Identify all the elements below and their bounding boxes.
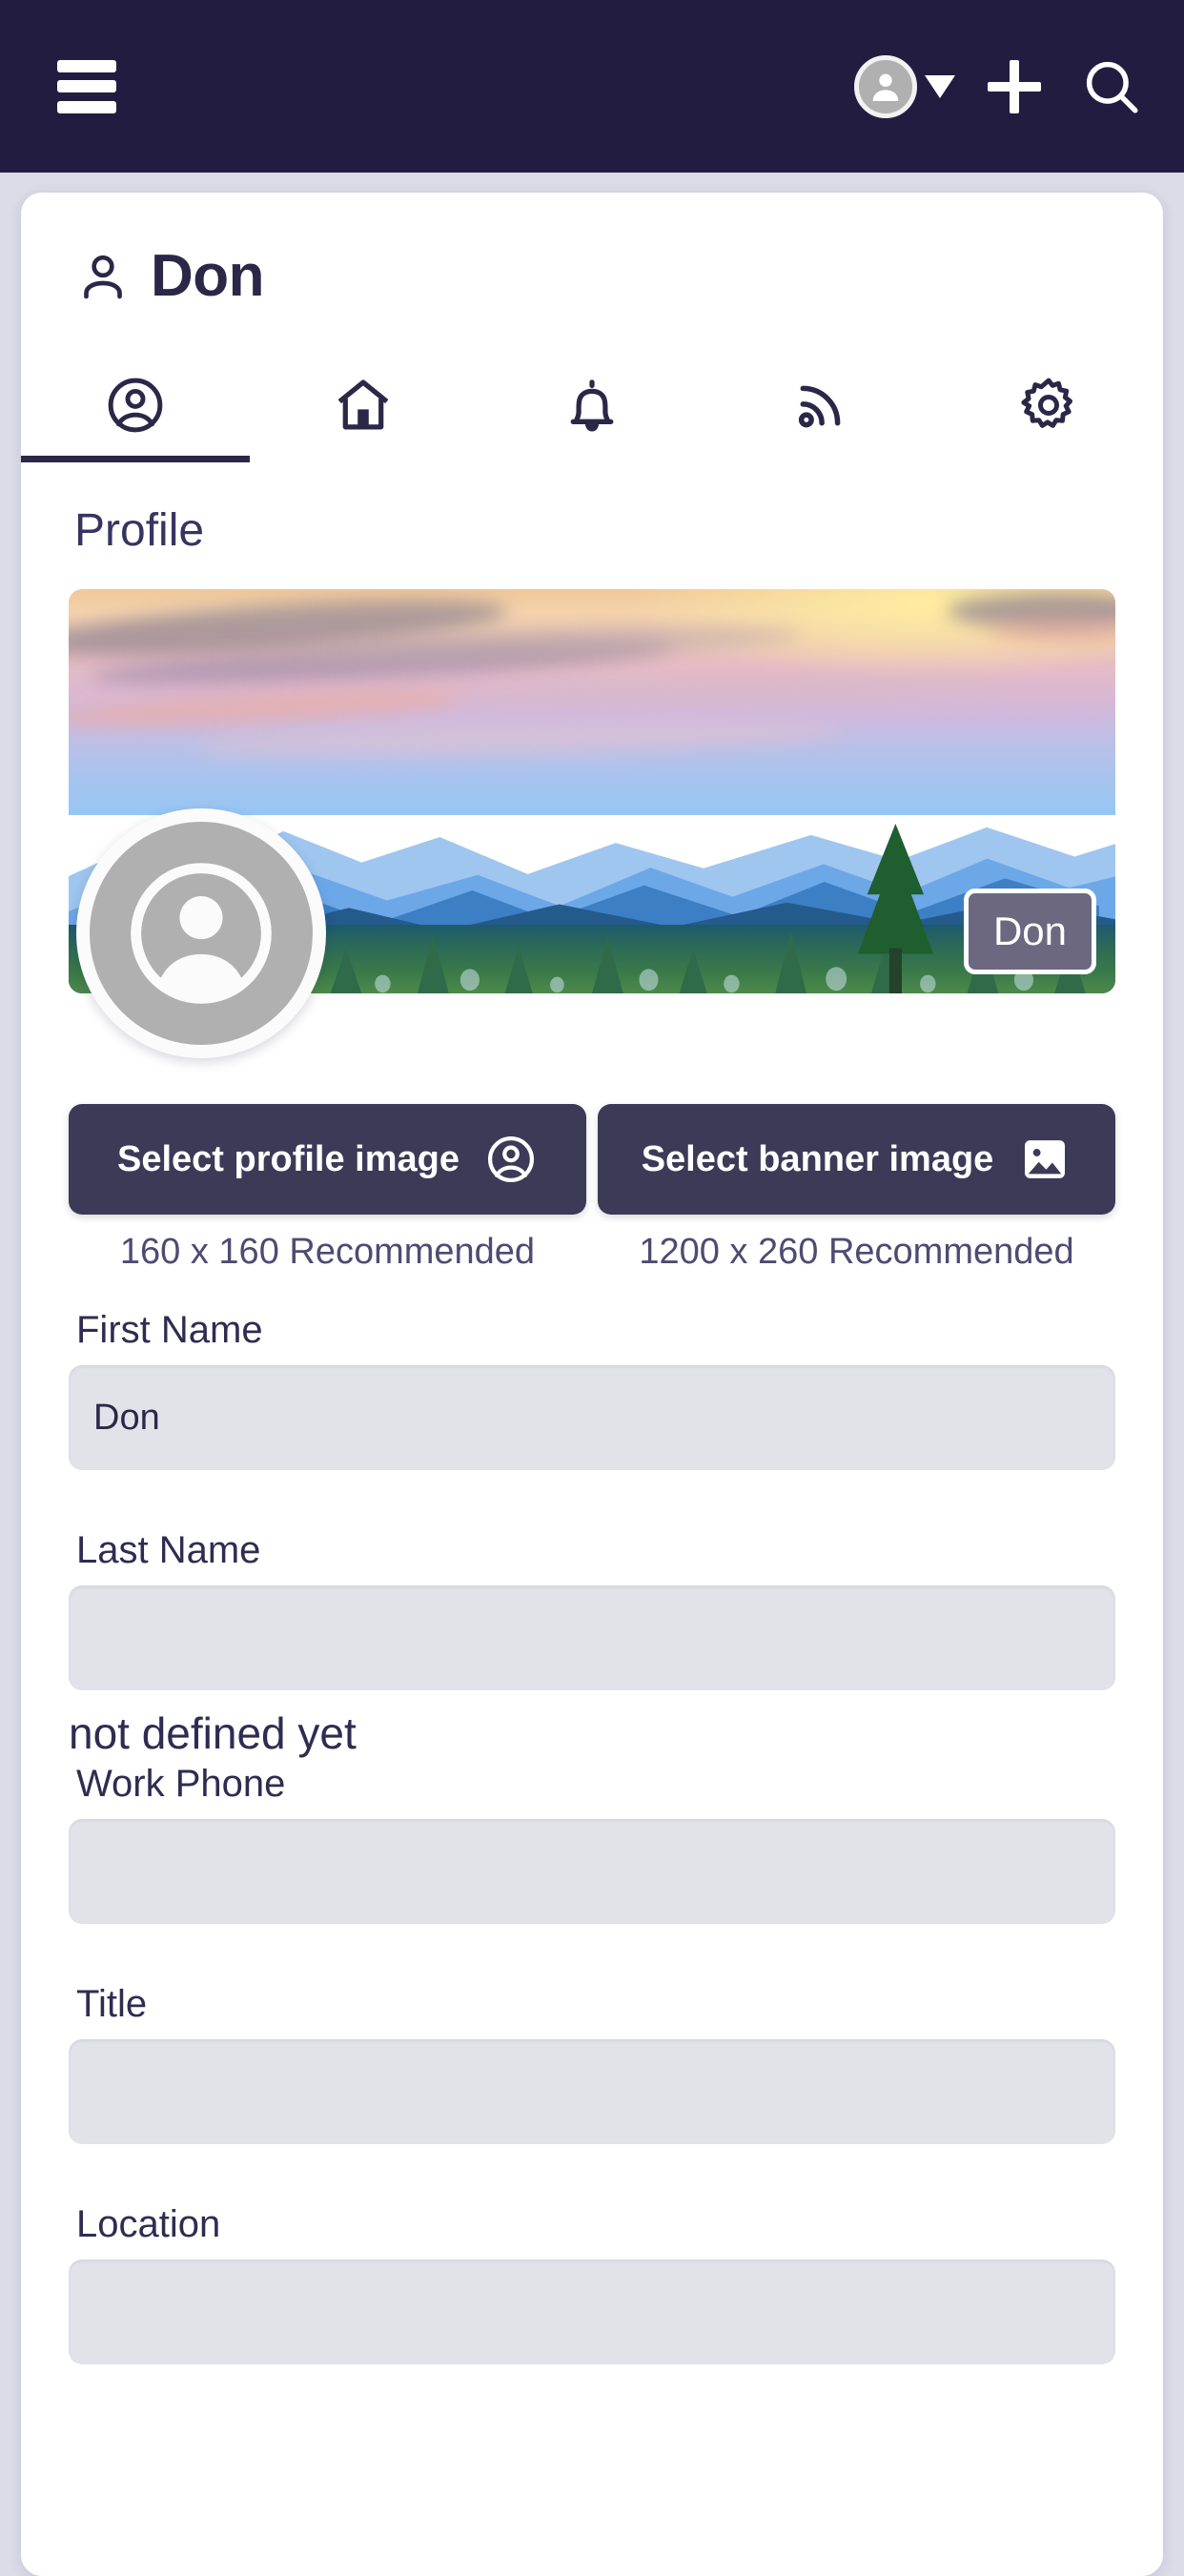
field-first-name: First Name	[69, 1309, 1115, 1470]
hamburger-menu-icon[interactable]	[57, 59, 116, 113]
hamburger-bar	[57, 100, 116, 113]
account-menu-button[interactable]	[854, 54, 980, 118]
tab-feed[interactable]	[706, 348, 935, 462]
gear-icon	[1021, 378, 1073, 428]
tab-profile[interactable]	[21, 348, 250, 462]
bell-icon	[570, 379, 614, 432]
field-title: Title	[69, 1983, 1115, 2144]
rss-icon	[798, 385, 840, 428]
tab-notifications[interactable]	[478, 348, 706, 462]
top-bar-actions	[854, 52, 1146, 121]
picture-icon	[1025, 1140, 1066, 1178]
last-name-input[interactable]	[69, 1585, 1115, 1690]
last-name-label: Last Name	[76, 1529, 261, 1571]
plus-icon[interactable]	[980, 52, 1049, 121]
tab-bar	[21, 348, 1163, 462]
person-silhouette-icon	[872, 73, 899, 101]
hamburger-bar	[57, 59, 116, 72]
profile-avatar[interactable]	[76, 808, 326, 1058]
profile-form: First Name Last Name not defined yet Wor…	[21, 1273, 1163, 2429]
top-app-bar	[0, 0, 1184, 173]
profile-image-hint: 160 x 160 Recommended	[119, 1232, 536, 1272]
field-last-name: Last Name	[69, 1529, 1115, 1690]
first-name-label: First Name	[76, 1309, 263, 1351]
image-select-buttons: Select profile image Select banner image	[69, 1104, 1115, 1215]
image-size-hints: 160 x 160 Recommended 1200 x 260 Recomme…	[69, 1232, 1115, 1273]
foreground-conifer	[857, 823, 933, 993]
profile-card: Don Profile Don Select profile image Sel…	[21, 193, 1163, 2576]
tab-home[interactable]	[250, 348, 479, 462]
location-input[interactable]	[69, 2259, 1115, 2364]
select-profile-image-button[interactable]: Select profile image	[69, 1104, 586, 1215]
work-phone-label: Work Phone	[76, 1763, 286, 1805]
section-title: Profile	[74, 505, 205, 556]
home-icon	[337, 379, 389, 430]
title-input[interactable]	[69, 2039, 1115, 2144]
select-banner-image-label: Select banner image	[641, 1138, 994, 1179]
user-avatar-icon[interactable]	[854, 54, 917, 118]
first-name-input[interactable]	[69, 1365, 1115, 1470]
title-label: Title	[76, 1983, 148, 2025]
user-circle-icon	[487, 1135, 535, 1183]
tab-settings[interactable]	[934, 348, 1163, 462]
work-phone-input[interactable]	[69, 1819, 1115, 1924]
card-header: Don	[21, 193, 1163, 310]
field-location: Location	[69, 2203, 1115, 2364]
field-work-phone: Work Phone	[69, 1763, 1115, 1924]
user-avatar-placeholder-icon	[131, 863, 272, 1004]
not-defined-note: not defined yet	[69, 1708, 357, 1758]
location-label: Location	[76, 2203, 221, 2245]
banner-image-hint: 1200 x 260 Recommended	[639, 1232, 1074, 1272]
user-circle-icon	[108, 378, 163, 433]
banner-name-badge: Don	[963, 889, 1096, 974]
select-banner-image-button[interactable]: Select banner image	[598, 1104, 1115, 1215]
select-profile-image-label: Select profile image	[116, 1138, 459, 1179]
page-title: Don	[151, 243, 265, 309]
hamburger-bar	[57, 80, 116, 92]
banner-area: Don	[69, 589, 1115, 1058]
chevron-down-icon[interactable]	[925, 74, 955, 98]
search-icon[interactable]	[1077, 52, 1146, 121]
user-icon	[84, 255, 122, 298]
